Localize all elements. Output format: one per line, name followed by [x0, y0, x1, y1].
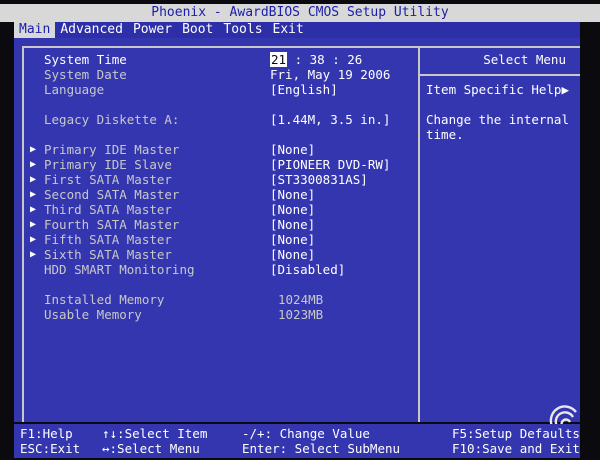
submenu-arrow-icon: ▶ — [30, 189, 37, 200]
drive-label: Fourth SATA Master — [44, 217, 180, 232]
usable-memory-row: Usable Memory 1023MB — [14, 307, 414, 322]
system-time-row[interactable]: System Time 21 : 38 : 26 — [14, 52, 414, 67]
hdd-smart-label: HDD SMART Monitoring — [44, 262, 195, 277]
bios-screen: Phoenix - AwardBIOS CMOS Setup Utility M… — [0, 0, 600, 460]
system-time-value[interactable]: 21 : 38 : 26 — [270, 52, 362, 67]
legacy-diskette-label: Legacy Diskette A: — [44, 112, 180, 127]
system-date-label: System Date — [44, 67, 127, 82]
drive-value[interactable]: [None] — [270, 247, 315, 262]
drive-value[interactable]: [None] — [270, 142, 315, 157]
drive-row[interactable]: ▶ Primary IDE Master [None] — [14, 142, 414, 157]
title-text: Phoenix - AwardBIOS CMOS Setup Utility — [151, 5, 449, 20]
system-time-hour[interactable]: 21 — [270, 52, 288, 67]
drive-value[interactable]: [PIONEER DVD-RW] — [270, 157, 390, 172]
submenu-arrow-icon: ▶ — [30, 219, 37, 230]
f10-save-exit-hint: F10:Save and Exit — [452, 441, 580, 456]
submenu-arrow-icon: ▶ — [30, 144, 37, 155]
help-separator — [420, 74, 580, 76]
drive-value[interactable]: [None] — [270, 232, 315, 247]
legacy-diskette-row[interactable]: Legacy Diskette A: [1.44M, 3.5 in.] — [14, 112, 414, 127]
installed-memory-row: Installed Memory 1024MB — [14, 292, 414, 307]
installed-memory-value: 1024MB — [278, 292, 324, 307]
drive-row[interactable]: ▶ Fifth SATA Master [None] — [14, 232, 414, 247]
menu-tools[interactable]: Tools — [218, 22, 267, 38]
f5-defaults-hint: F5:Setup Defaults — [452, 426, 580, 441]
drive-label: Primary IDE Slave — [44, 157, 172, 172]
submenu-arrow-icon: ▶ — [30, 159, 37, 170]
drive-label: First SATA Master — [44, 172, 172, 187]
language-value[interactable]: [English] — [270, 82, 338, 97]
footer-col-4: F5:Setup Defaults F10:Save and Exit — [452, 426, 580, 456]
drive-row[interactable]: ▶ Second SATA Master [None] — [14, 187, 414, 202]
f1-help-hint: F1:Help — [20, 426, 73, 441]
drive-value[interactable]: [ST3300831AS] — [270, 172, 368, 187]
select-menu-hint: ↔:Select Menu — [102, 441, 200, 456]
submenu-arrow-icon: ▶ — [30, 234, 37, 245]
drive-row[interactable]: ▶ Third SATA Master [None] — [14, 202, 414, 217]
drive-row[interactable]: ▶ Sixth SATA Master [None] — [14, 247, 414, 262]
menu-main[interactable]: Main — [14, 22, 56, 38]
select-menu-heading: Select Menu — [483, 52, 566, 67]
footer-col-2: ↑↓:Select Item ↔:Select Menu — [102, 426, 207, 456]
drive-label: Sixth SATA Master — [44, 247, 172, 262]
select-item-hint: ↑↓:Select Item — [102, 426, 208, 441]
enter-submenu-hint: Enter: Select SubMenu — [242, 441, 401, 456]
esc-exit-hint: ESC:Exit — [20, 441, 81, 456]
drive-label: Fifth SATA Master — [44, 232, 172, 247]
change-value-hint: -/+: Change Value — [242, 426, 370, 441]
drive-label: Third SATA Master — [44, 202, 172, 217]
hdd-smart-value[interactable]: [Disabled] — [270, 262, 345, 277]
drive-value[interactable]: [None] — [270, 217, 315, 232]
menu-exit[interactable]: Exit — [268, 22, 309, 38]
frame-top-left — [22, 46, 418, 48]
system-time-label: System Time — [44, 52, 127, 67]
submenu-arrow-icon: ▶ — [30, 249, 37, 260]
language-label: Language — [44, 82, 105, 97]
footer-col-1: F1:Help ESC:Exit — [20, 426, 80, 456]
drive-label: Second SATA Master — [44, 187, 180, 202]
hdd-smart-row[interactable]: HDD SMART Monitoring [Disabled] — [14, 262, 414, 277]
system-date-value[interactable]: Fri, May 19 2006 — [270, 67, 390, 82]
drive-row[interactable]: ▶ Primary IDE Slave [PIONEER DVD-RW] — [14, 157, 414, 172]
usable-memory-label: Usable Memory — [44, 307, 142, 322]
drive-row[interactable]: ▶ Fourth SATA Master [None] — [14, 217, 414, 232]
item-specific-help-heading: Item Specific Help▶ — [426, 82, 569, 97]
drive-row[interactable]: ▶ First SATA Master [ST3300831AS] — [14, 172, 414, 187]
system-time-rest: : 38 : 26 — [287, 52, 363, 67]
main-panel: System Time 21 : 38 : 26 System Date Fri… — [14, 38, 580, 422]
drive-value[interactable]: [None] — [270, 187, 315, 202]
menu-boot[interactable]: Boot — [177, 22, 218, 38]
drive-value[interactable]: [None] — [270, 202, 315, 217]
help-text: Change the internal time. — [426, 112, 569, 142]
system-date-row[interactable]: System Date Fri, May 19 2006 — [14, 67, 414, 82]
language-row[interactable]: Language [English] — [14, 82, 414, 97]
title-bar: Phoenix - AwardBIOS CMOS Setup Utility — [0, 4, 600, 22]
footer-col-3: -/+: Change Value Enter: Select SubMenu — [242, 426, 400, 456]
menu-bar: Main Advanced Power Boot Tools Exit — [14, 22, 580, 38]
installed-memory-label: Installed Memory — [44, 292, 165, 307]
key-help-footer: F1:Help ESC:Exit ↑↓:Select Item ↔:Select… — [14, 424, 580, 458]
drive-label: Primary IDE Master — [44, 142, 180, 157]
submenu-arrow-icon: ▶ — [30, 174, 37, 185]
usable-memory-value: 1023MB — [278, 307, 324, 322]
legacy-diskette-value[interactable]: [1.44M, 3.5 in.] — [270, 112, 390, 127]
panel-divider — [418, 46, 420, 422]
menu-advanced[interactable]: Advanced — [55, 22, 128, 38]
menu-power[interactable]: Power — [128, 22, 177, 38]
submenu-arrow-icon: ▶ — [30, 204, 37, 215]
frame-top-right — [420, 46, 580, 48]
